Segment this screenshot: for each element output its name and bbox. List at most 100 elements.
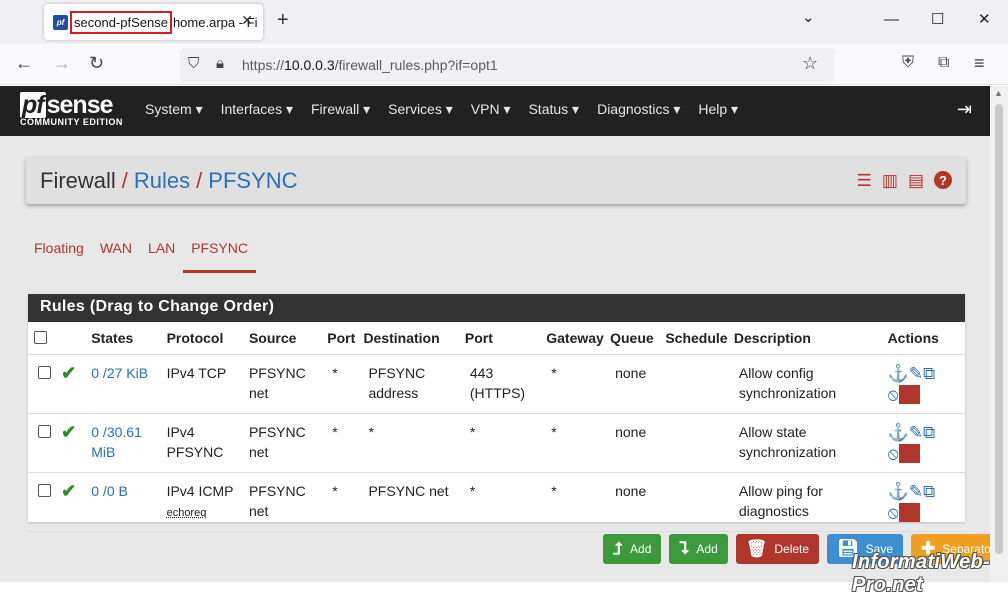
watermark: InformatiWeb-Pro.net	[852, 551, 990, 596]
shield-icon[interactable]: ⛉	[188, 54, 199, 74]
edit-pencil-icon[interactable]: ✎	[909, 423, 923, 442]
menu-system[interactable]: System ▾	[145, 101, 203, 118]
menu-interfaces[interactable]: Interfaces ▾	[221, 101, 293, 118]
queue-cell: none	[615, 423, 647, 440]
copy-icon[interactable]: ⧉	[923, 364, 935, 383]
protocol-cell: IPv4 PFSYNC	[166, 423, 224, 460]
browser-nav-bar: ← → ↻ ⛉ 🔒︎ https://10.0.0.3/firewall_rul…	[0, 44, 1008, 85]
pfsense-logo[interactable]: pf sense COMMUNITY EDITION	[20, 92, 123, 127]
source-cell: PFSYNC net	[248, 482, 306, 519]
scroll-up-icon[interactable]: ▲	[994, 88, 1003, 98]
minimize-button[interactable]: —	[884, 10, 899, 30]
bookmark-star-icon[interactable]: ☆	[802, 53, 818, 73]
delete-trash-icon[interactable]: 🗑︎	[898, 443, 921, 463]
url-text[interactable]: https://10.0.0.3/firewall_rules.php?if=o…	[242, 57, 498, 73]
menu-hamburger-icon[interactable]: ≡	[974, 53, 985, 73]
table-row[interactable]: ✔ 0 /30.61 MiB IPv4 PFSYNC PFSYNC net * …	[28, 413, 965, 473]
add-bottom-button[interactable]: ⮧ Add	[669, 534, 728, 564]
description-cell: Allow ping for diagnostics	[738, 482, 823, 519]
table-row[interactable]: ✔ 0 /0 B IPv4 ICMP echoreq PFSYNC net * P…	[28, 472, 965, 532]
menu-help[interactable]: Help ▾	[698, 101, 738, 118]
pfsense-favicon-icon: pf	[53, 14, 68, 30]
tab-floating[interactable]: Floating	[26, 234, 92, 273]
disable-icon[interactable]: ⦸	[888, 385, 899, 404]
anchor-icon[interactable]: ⚓	[888, 482, 909, 501]
url-bar[interactable]: ⛉ 🔒︎ https://10.0.0.3/firewall_rules.php…	[180, 48, 834, 82]
col-description: Description	[730, 322, 885, 355]
copy-icon[interactable]: ⧉	[923, 423, 935, 442]
pass-check-icon: ✔	[61, 362, 77, 383]
menu-firewall[interactable]: Firewall ▾	[311, 101, 370, 118]
row-checkbox[interactable]	[38, 424, 51, 438]
log-list-icon[interactable]: ▤	[908, 171, 924, 191]
tab-list-chevron-icon[interactable]: ⌄	[802, 8, 815, 28]
delete-trash-icon[interactable]: 🗑︎	[898, 384, 921, 404]
row-checkbox[interactable]	[38, 483, 51, 497]
sliders-icon[interactable]: ☰	[857, 171, 872, 191]
trash-icon: 🗑︎	[745, 539, 768, 558]
dest-port-cell: *	[469, 482, 476, 499]
breadcrumb-pfsync[interactable]: PFSYNC	[208, 168, 297, 194]
bar-chart-icon[interactable]: ▥	[882, 171, 898, 191]
tab-pfsync[interactable]: PFSYNC	[183, 234, 256, 273]
col-protocol: Protocol	[163, 322, 246, 355]
table-header-row: States Protocol Source Port Destination …	[28, 322, 965, 355]
anchor-icon[interactable]: ⚓	[888, 423, 909, 442]
states-link[interactable]: 0 /30.61 MiB	[91, 424, 142, 460]
disable-icon[interactable]: ⦸	[888, 444, 899, 463]
row-checkbox[interactable]	[38, 365, 51, 379]
pocket-icon[interactable]: ⛨	[902, 53, 914, 73]
tab-close-icon[interactable]: ✕	[241, 12, 253, 29]
back-arrow-icon[interactable]: ←	[15, 53, 33, 73]
states-link[interactable]: 0 /27 KiB	[91, 365, 148, 381]
edit-pencil-icon[interactable]: ✎	[909, 482, 923, 501]
icmp-type-label: echoreq	[166, 506, 207, 519]
disable-icon[interactable]: ⦸	[888, 503, 899, 522]
port-cell: *	[332, 482, 338, 499]
delete-button[interactable]: 🗑︎ Delete	[735, 534, 820, 564]
menu-services[interactable]: Services ▾	[388, 101, 453, 118]
col-queue: Queue	[607, 322, 663, 355]
col-source: Source	[245, 322, 325, 355]
description-cell: Allow config synchronization	[738, 364, 837, 401]
edit-pencil-icon[interactable]: ✎	[909, 364, 923, 383]
close-window-button[interactable]: ✕	[978, 10, 991, 30]
vertical-scrollbar[interactable]: ▲	[990, 86, 1008, 582]
col-destination: Destination	[360, 322, 462, 355]
states-link[interactable]: 0 /0 B	[91, 483, 128, 499]
logout-icon[interactable]: ⇥	[957, 99, 972, 120]
menu-status[interactable]: Status ▾	[528, 101, 579, 118]
select-all-checkbox[interactable]	[34, 331, 47, 345]
port-cell: *	[332, 423, 338, 440]
gateway-cell: *	[551, 423, 557, 440]
protocol-cell: IPv4 ICMP	[166, 482, 234, 499]
tab-lan[interactable]: LAN	[140, 234, 183, 273]
table-row[interactable]: ✔ 0 /27 KiB IPv4 TCP PFSYNC net * PFSYNC…	[28, 354, 965, 414]
menu-vpn[interactable]: VPN ▾	[471, 101, 511, 118]
source-cell: PFSYNC net	[248, 364, 306, 401]
destination-cell: PFSYNC address	[368, 364, 426, 401]
new-tab-button[interactable]: +	[277, 10, 289, 30]
col-dest-port: Port	[461, 322, 544, 355]
destination-cell: PFSYNC net	[368, 482, 449, 499]
col-port: Port	[324, 322, 361, 355]
lock-icon[interactable]: 🔒︎	[216, 54, 224, 74]
main-menu: System ▾ Interfaces ▾ Firewall ▾ Service…	[145, 101, 756, 118]
delete-trash-icon[interactable]: 🗑︎	[898, 502, 921, 522]
forward-arrow-icon[interactable]: →	[53, 53, 71, 73]
breadcrumb-rules[interactable]: Rules	[134, 168, 190, 194]
add-top-button[interactable]: ⮥ Add	[603, 534, 662, 564]
extensions-icon[interactable]: ⧉	[938, 53, 949, 73]
menu-diagnostics[interactable]: Diagnostics ▾	[597, 101, 680, 118]
col-schedule: Schedule	[662, 322, 731, 355]
logo-subtitle: COMMUNITY EDITION	[20, 117, 123, 127]
reload-icon[interactable]: ↻	[89, 53, 104, 73]
copy-icon[interactable]: ⧉	[923, 482, 935, 501]
scroll-thumb[interactable]	[995, 104, 1003, 554]
arrow-down-icon: ⮧	[679, 539, 690, 558]
help-icon[interactable]: ?	[934, 171, 952, 189]
anchor-icon[interactable]: ⚓	[888, 364, 909, 383]
maximize-button[interactable]: ☐	[931, 10, 944, 30]
browser-tab[interactable]: pf second-pfSense home.arpa - Fi ✕	[44, 4, 263, 40]
tab-wan[interactable]: WAN	[92, 234, 140, 273]
